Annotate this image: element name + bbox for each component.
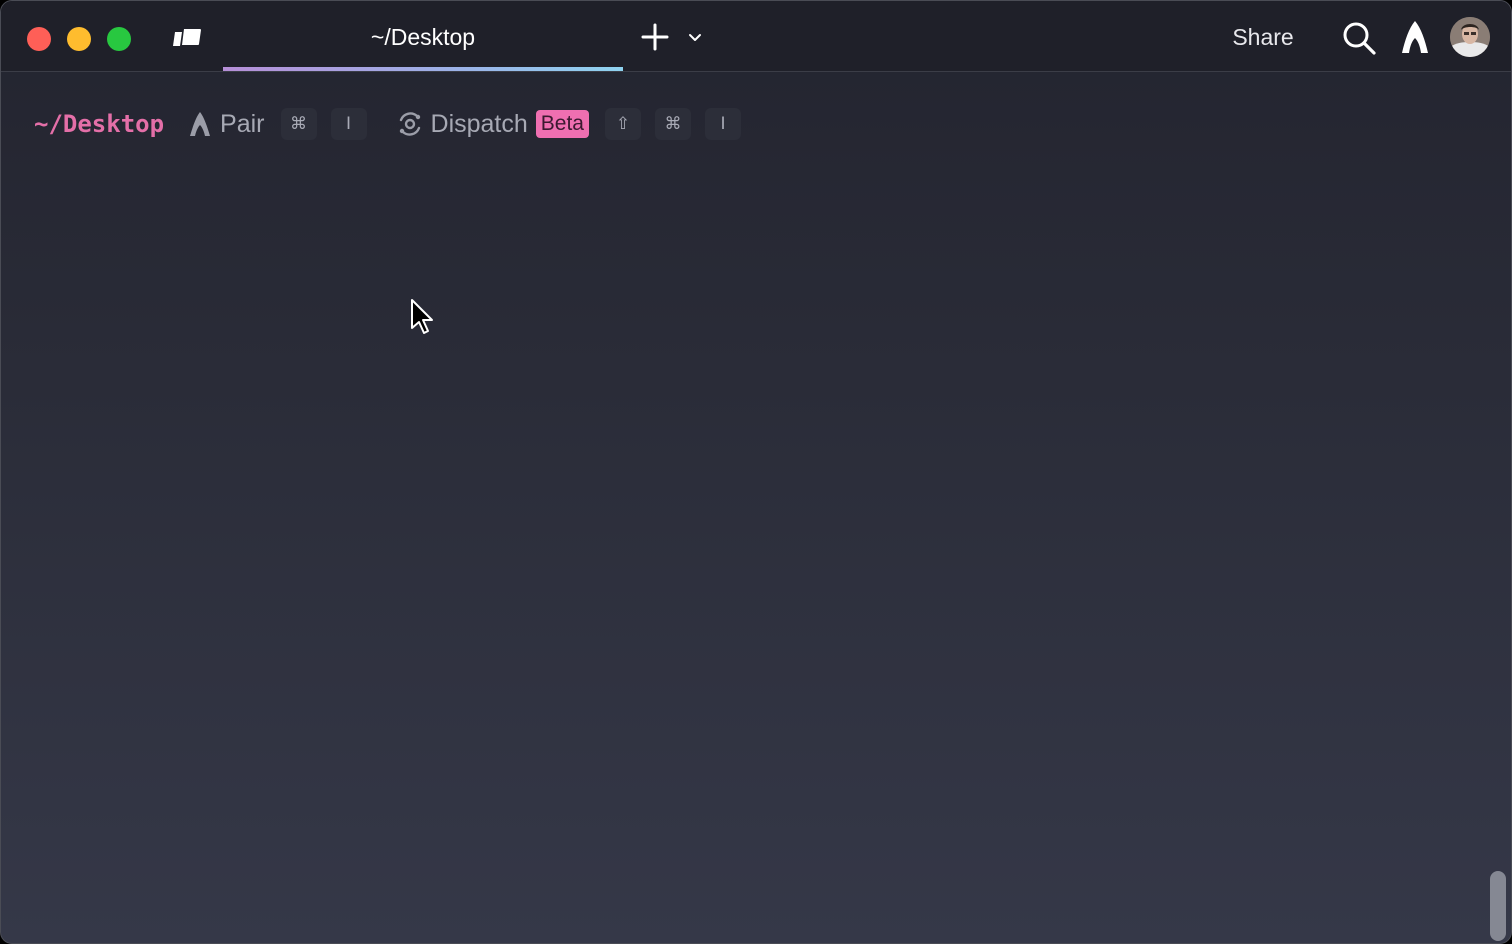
close-window-button[interactable] (27, 27, 51, 51)
minimize-window-button[interactable] (67, 27, 91, 51)
shortcut-key-i: I (330, 108, 367, 140)
current-directory: ~/Desktop (34, 110, 165, 138)
tab-title: ~/Desktop (370, 24, 476, 50)
tabs-panel-icon[interactable] (172, 26, 202, 50)
active-tab-indicator (223, 67, 623, 71)
command-key-icon: ⌘ (654, 108, 691, 140)
terminal-window: ~/Desktop Share ~/Desktop Pair ⌘ I Dispa… (0, 0, 1512, 944)
mouse-pointer-icon (411, 299, 433, 334)
warp-ai-icon[interactable] (188, 111, 212, 137)
vertical-scrollbar[interactable] (1490, 871, 1506, 941)
dispatch-button[interactable]: Dispatch (431, 110, 528, 139)
tab-desktop[interactable]: ~/Desktop (223, 1, 623, 71)
warp-logo-icon[interactable] (1399, 20, 1431, 54)
chevron-down-icon[interactable] (685, 28, 705, 46)
shortcut-key-i: I (704, 108, 741, 140)
user-avatar[interactable] (1450, 17, 1490, 57)
maximize-window-button[interactable] (107, 27, 131, 51)
share-button[interactable]: Share (1223, 24, 1303, 51)
shift-key-icon: ⇧ (604, 108, 641, 140)
title-bar: ~/Desktop Share (1, 1, 1511, 72)
beta-badge: Beta (535, 110, 589, 138)
plus-icon[interactable] (639, 21, 671, 53)
avatar-photo-icon (1450, 17, 1490, 57)
search-icon[interactable] (1341, 20, 1377, 56)
prompt-bar: ~/Desktop Pair ⌘ I Dispatch Beta ⇧ ⌘ I (34, 106, 755, 142)
command-key-icon: ⌘ (280, 108, 317, 140)
pair-button[interactable]: Pair (220, 110, 264, 139)
dispatch-icon[interactable] (397, 111, 423, 137)
